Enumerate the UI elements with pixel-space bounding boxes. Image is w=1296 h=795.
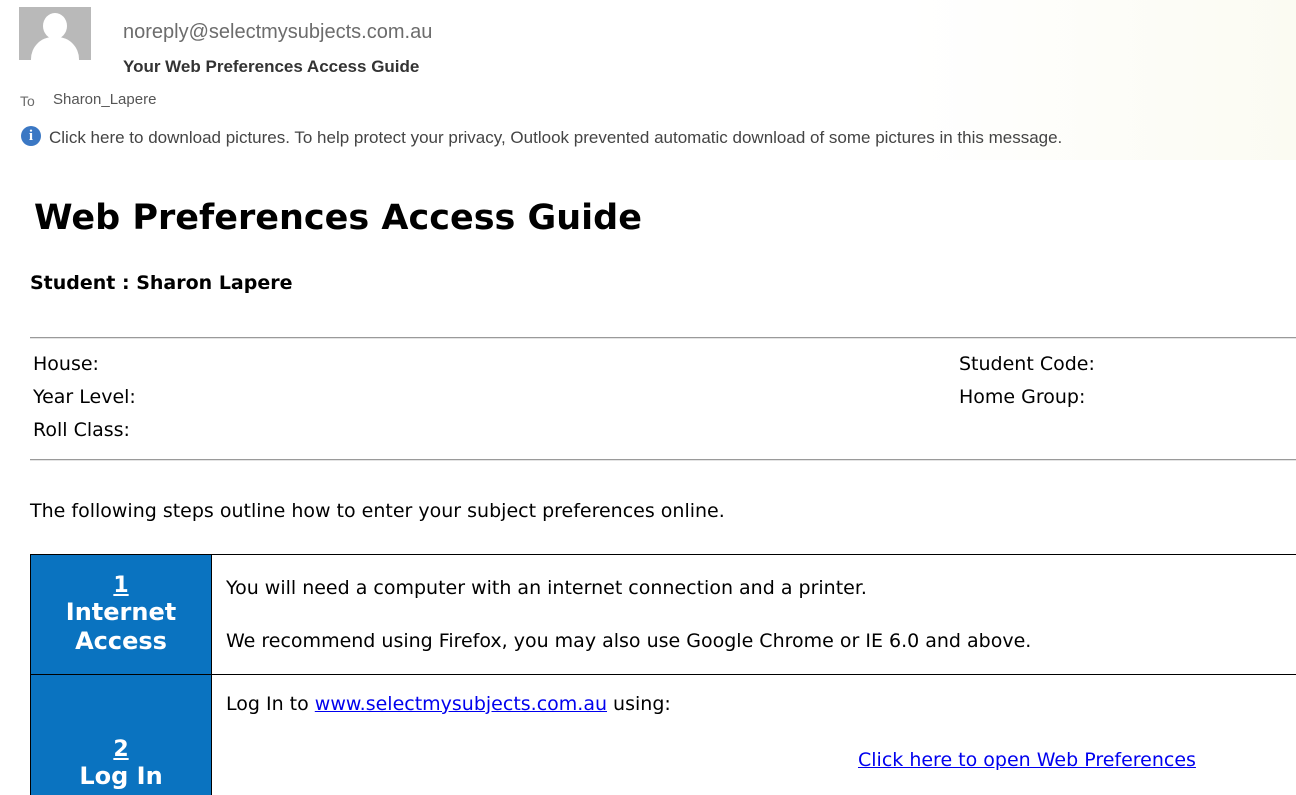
- step-2-login-line: Log In to www.selectmysubjects.com.au us…: [212, 693, 1296, 715]
- student-name: Student : Sharon Lapere: [30, 272, 293, 294]
- sender-address[interactable]: noreply@selectmysubjects.com.au: [123, 21, 432, 44]
- step-1-number: 1: [113, 573, 129, 598]
- divider-top: [30, 337, 1296, 339]
- login-suffix: using:: [607, 693, 671, 715]
- open-web-preferences-link[interactable]: Click here to open Web Preferences: [858, 749, 1196, 771]
- field-year-level: Year Level:: [33, 386, 136, 408]
- sender-avatar-icon: [19, 7, 91, 60]
- to-label: To: [20, 93, 35, 109]
- step-1-title-line2: Access: [75, 627, 167, 655]
- step-2-number: 2: [113, 737, 129, 762]
- field-roll-class: Roll Class:: [33, 419, 130, 441]
- step-row-separator: [31, 674, 1296, 675]
- download-pictures-infobar[interactable]: Click here to download pictures. To help…: [49, 128, 1062, 148]
- step-1-text2: We recommend using Firefox, you may also…: [226, 630, 1032, 652]
- field-home-group: Home Group:: [959, 386, 1086, 408]
- info-circle-icon[interactable]: i: [21, 126, 41, 146]
- step-1-text1: You will need a computer with an interne…: [226, 577, 867, 599]
- intro-text: The following steps outline how to enter…: [30, 500, 725, 522]
- steps-table: 1 Internet Access You will need a comput…: [30, 554, 1296, 795]
- step-1-header: 1 Internet Access: [31, 555, 212, 674]
- avatar-head: [43, 13, 67, 39]
- website-link[interactable]: www.selectmysubjects.com.au: [315, 693, 607, 715]
- step-2-title-line1: Log In: [79, 762, 163, 790]
- login-prefix: Log In to: [226, 693, 315, 715]
- step-2-header: 2 Log In: [31, 675, 212, 795]
- field-student-code: Student Code:: [959, 353, 1095, 375]
- avatar-shoulders: [31, 37, 79, 60]
- step-1-title-line1: Internet: [65, 598, 177, 626]
- field-house: House:: [33, 353, 99, 375]
- email-subject: Your Web Preferences Access Guide: [123, 57, 420, 76]
- page-title: Web Preferences Access Guide: [34, 198, 642, 238]
- divider-bottom: [30, 459, 1296, 461]
- recipient-name[interactable]: Sharon_Lapere: [53, 91, 156, 108]
